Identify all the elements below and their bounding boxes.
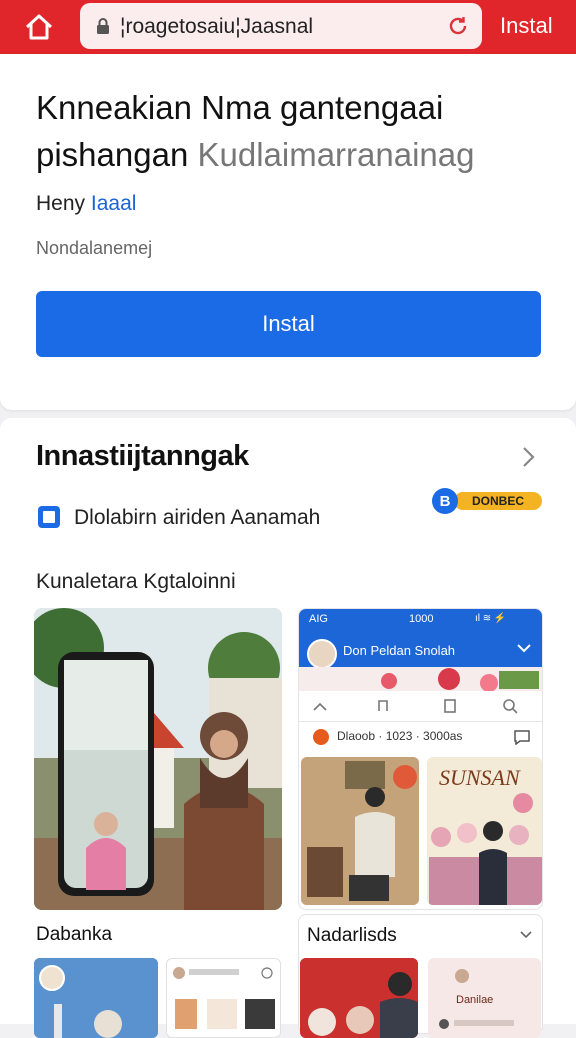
details-card: Innastiijtanngak DONBEC B Dlolabirn airi… xyxy=(0,418,576,1038)
thumbnail-1[interactable] xyxy=(34,958,158,1038)
lower-label-right: Nadarlisds xyxy=(307,925,397,946)
status-icons: ıl ≋ ⚡ xyxy=(475,613,507,624)
thumbnail-3-art xyxy=(300,958,418,1038)
developer-label: Heny xyxy=(36,192,86,215)
home-icon[interactable] xyxy=(22,10,56,44)
compatibility-text: Dlolabirn airiden Aanamah xyxy=(74,506,321,529)
thumbnail-4[interactable]: Danilae xyxy=(428,958,541,1038)
app-screen-title: Don Peldan Snolah xyxy=(343,643,456,658)
app-header-card: Knneakian Nma gantengaai pishangan Kudla… xyxy=(0,54,576,410)
screenshots-label: Kunaletara Kgtaloinni xyxy=(36,570,236,593)
chevron-down-icon xyxy=(517,644,531,653)
status-time: 1000 xyxy=(409,613,434,625)
flower-banner xyxy=(299,667,542,691)
reload-icon[interactable] xyxy=(446,14,470,38)
app-screen-info: Dlaoob · 1023 · 3000as xyxy=(299,723,542,753)
lower-label-left: Dabanka xyxy=(36,924,113,945)
toolbar-install-link[interactable]: Instal xyxy=(500,13,553,39)
rating-badge: DONBEC B xyxy=(432,488,542,514)
status-carrier: AIG xyxy=(309,613,328,625)
nav-icons xyxy=(313,699,518,714)
install-button[interactable]: Instal xyxy=(36,291,541,357)
app-subtitle: Nondalanemej xyxy=(36,238,153,258)
thumbnail-4-text: Danilae xyxy=(456,994,494,1006)
badge-letter: B xyxy=(432,488,458,514)
url-text: ¦roagetosaiu¦Jaasnal xyxy=(120,15,314,38)
app-photo-group: SUNSAN xyxy=(427,757,542,905)
screenshot-app[interactable]: AIG 1000 ıl ≋ ⚡ Don Peldan Snolah Dlaoob… xyxy=(298,608,543,910)
section-title: Innastiijtanngak xyxy=(36,440,249,472)
app-title: Knneakian Nma gantengaai pishangan Kudla… xyxy=(36,84,556,178)
thumbnail-2[interactable] xyxy=(166,958,281,1038)
screenshot-photo[interactable] xyxy=(34,608,282,910)
photo-illustration xyxy=(34,608,282,910)
lock-icon xyxy=(97,18,109,34)
thumbnail-3[interactable] xyxy=(300,958,418,1038)
group-illustration xyxy=(429,793,542,905)
badge-text: DONBEC xyxy=(454,492,542,510)
address-bar[interactable]: ¦roagetosaiu¦Jaasnal xyxy=(80,3,482,49)
chevron-right-icon[interactable] xyxy=(518,442,538,472)
app-screen-nav xyxy=(299,691,542,722)
info-dot-icon xyxy=(313,729,329,745)
thumbnail-2-art xyxy=(173,967,275,1029)
developer-link[interactable]: Iaaal xyxy=(91,192,137,215)
device-icon xyxy=(38,506,60,528)
thumbnail-1-art xyxy=(34,958,158,1038)
avatar xyxy=(307,639,337,669)
chevron-down-icon xyxy=(520,931,532,939)
browser-toolbar: ¦roagetosaiu¦Jaasnal Instal xyxy=(0,0,576,54)
chat-icon xyxy=(514,730,530,745)
app-title-muted: Kudlaimarranainag xyxy=(197,136,475,173)
app-photo-classroom xyxy=(301,757,419,905)
developer-line: Heny Iaaal xyxy=(36,192,136,216)
info-text: Dlaoob · 1023 · 3000as xyxy=(337,729,463,743)
classroom-illustration xyxy=(301,757,419,905)
